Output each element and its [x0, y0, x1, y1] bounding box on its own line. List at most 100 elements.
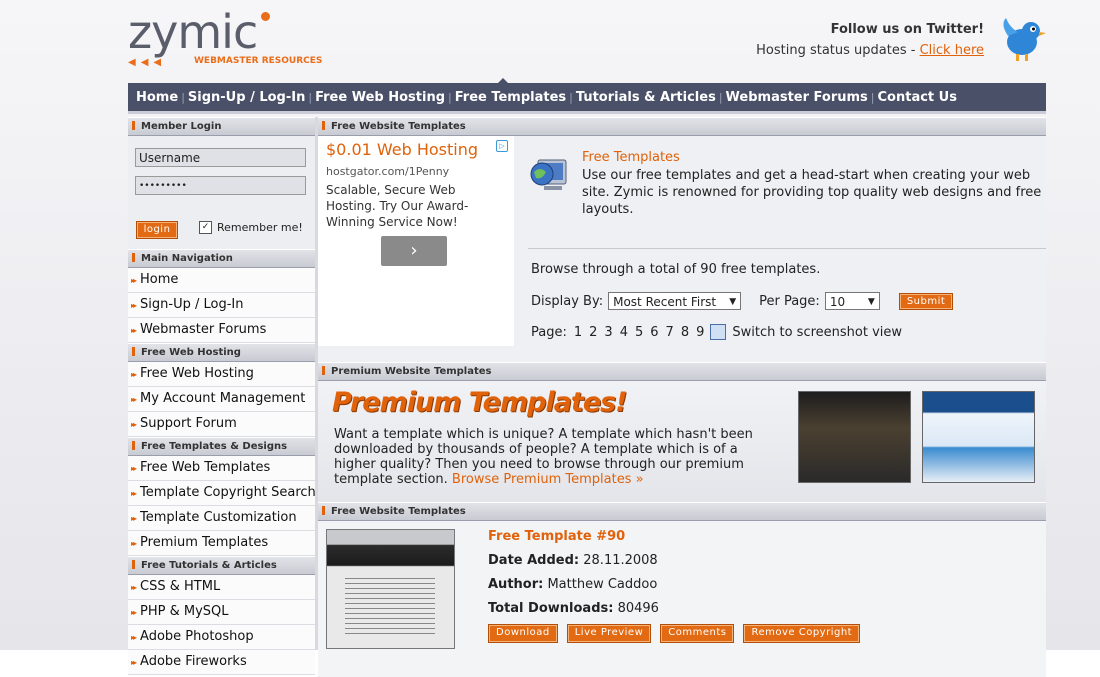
- bullet-icon: ▸▸: [131, 420, 137, 429]
- live-preview-button[interactable]: Live Preview: [566, 624, 652, 643]
- bullet-icon: ▸▸: [131, 489, 137, 498]
- nav-separator: |: [569, 90, 573, 104]
- chevron-down-icon: ▼: [867, 297, 875, 307]
- page-link-5[interactable]: 5: [635, 325, 643, 340]
- nav-contact-us[interactable]: Contact Us: [878, 90, 957, 105]
- ad-box[interactable]: $0.01 Web Hosting ▷ hostgator.com/1Penny…: [318, 136, 514, 346]
- page-link-1[interactable]: 1: [574, 325, 582, 340]
- sidebar-item-support[interactable]: ▸▸ Support Forum: [128, 412, 315, 437]
- thumbnail-text-lines: [345, 578, 435, 636]
- nav-separator: |: [448, 90, 452, 104]
- page-link-9[interactable]: 9: [696, 325, 704, 340]
- page-link-8[interactable]: 8: [681, 325, 689, 340]
- nav-free-web-hosting[interactable]: Free Web Hosting: [315, 90, 445, 105]
- free-templates-title: Free Templates & Designs: [128, 437, 315, 456]
- downloads-value: 80496: [617, 601, 659, 616]
- free-templates-heading: Free Templates: [582, 150, 680, 165]
- hosting-menu: ▸▸ Free Web Hosting ▸▸ My Account Manageme…: [128, 362, 315, 437]
- date-added: Date Added: 28.11.2008: [488, 553, 658, 568]
- page-link-7[interactable]: 7: [666, 325, 674, 340]
- nav-tutorials-articles[interactable]: Tutorials & Articles: [576, 90, 716, 105]
- per-page-value: 10: [829, 295, 846, 309]
- switch-view-link[interactable]: Switch to screenshot view: [732, 325, 902, 340]
- sidebar-item-label: Webmaster Forums: [140, 322, 267, 337]
- free-tutorials-title: Free Tutorials & Articles: [128, 556, 315, 575]
- login-button[interactable]: login: [136, 221, 178, 239]
- page-link-4[interactable]: 4: [620, 325, 628, 340]
- sidebar: Member Login Username ••••••••• login ✓ …: [128, 117, 316, 675]
- page-link-2[interactable]: 2: [589, 325, 597, 340]
- sidebar-item-account[interactable]: ▸▸ My Account Management: [128, 387, 315, 412]
- remove-copyright-button[interactable]: Remove Copyright: [743, 624, 861, 643]
- remember-label: Remember me!: [217, 221, 303, 234]
- comments-button[interactable]: Comments: [660, 624, 735, 643]
- template-thumbnail[interactable]: [326, 529, 455, 649]
- nav-separator: |: [308, 90, 313, 104]
- sidebar-item-photoshop[interactable]: ▸▸ Adobe Photoshop: [128, 625, 315, 650]
- globe-computer-icon: [530, 159, 567, 190]
- hosting-status-text: Hosting status updates -: [756, 43, 920, 58]
- nav-separator: |: [870, 90, 875, 104]
- login-box: Username ••••••••• login ✓ Remember me!: [128, 136, 315, 249]
- zymic-logo[interactable]: zymic ◀◀◀ WEBMASTER RESOURCES: [128, 4, 322, 70]
- username-field[interactable]: Username: [135, 148, 306, 167]
- bullet-icon: ▸▸: [131, 326, 137, 335]
- logo-word: zymic: [128, 5, 258, 59]
- password-field[interactable]: •••••••••: [135, 176, 306, 195]
- bullet-icon: ▸▸: [131, 301, 137, 310]
- display-by-select[interactable]: Most Recent First ▼: [608, 292, 742, 310]
- chevron-down-icon: ▼: [729, 297, 737, 307]
- sidebar-item-forums[interactable]: ▸▸ Webmaster Forums: [128, 318, 315, 343]
- remember-me[interactable]: ✓ Remember me!: [199, 221, 303, 234]
- author: Author: Matthew Caddoo: [488, 577, 657, 592]
- sidebar-item-label: Support Forum: [140, 416, 237, 431]
- premium-template-thumbnail[interactable]: [922, 391, 1035, 483]
- ad-url[interactable]: hostgator.com/1Penny: [326, 165, 449, 178]
- sidebar-item-label: Template Customization: [140, 510, 297, 525]
- sidebar-item-signup[interactable]: ▸▸ Sign-Up / Log-In: [128, 293, 315, 318]
- tutorials-menu: ▸▸ CSS & HTML ▸▸ PHP & MySQL ▸▸ Adobe Photo…: [128, 575, 315, 675]
- nav-home[interactable]: Home: [136, 90, 178, 105]
- template-title[interactable]: Free Template #90: [488, 529, 625, 544]
- sidebar-item-css-html[interactable]: ▸▸ CSS & HTML: [128, 575, 315, 600]
- sidebar-item-php-mysql[interactable]: ▸▸ PHP & MySQL: [128, 600, 315, 625]
- nav-free-templates[interactable]: Free Templates: [455, 90, 566, 105]
- sidebar-item-free-hosting[interactable]: ▸▸ Free Web Hosting: [128, 362, 315, 387]
- sidebar-item-home[interactable]: ▸▸ Home: [128, 268, 315, 293]
- premium-template-thumbnail[interactable]: [798, 391, 911, 483]
- sidebar-item-label: Free Web Templates: [140, 460, 271, 475]
- browse-premium-link[interactable]: Browse Premium Templates »: [452, 472, 644, 487]
- ad-headline[interactable]: $0.01 Web Hosting: [326, 140, 478, 159]
- bullet-icon: ▸▸: [131, 370, 137, 379]
- bullet-icon: ▸▸: [131, 514, 137, 523]
- ad-go-button[interactable]: ›: [381, 236, 447, 266]
- sidebar-item-free-templates[interactable]: ▸▸ Free Web Templates: [128, 456, 315, 481]
- click-here-link[interactable]: Click here: [920, 43, 984, 58]
- twitter-bird-icon[interactable]: [998, 14, 1046, 64]
- logo-tagline: WEBMASTER RESOURCES: [194, 56, 323, 66]
- free-templates-section: $0.01 Web Hosting ▷ hostgator.com/1Penny…: [318, 136, 1046, 362]
- download-button[interactable]: Download: [488, 624, 558, 643]
- nav-signup-login[interactable]: Sign-Up / Log-In: [188, 90, 305, 105]
- author-label: Author:: [488, 577, 544, 592]
- page-link-3[interactable]: 3: [604, 325, 612, 340]
- sidebar-item-customization[interactable]: ▸▸ Template Customization: [128, 506, 315, 531]
- free-website-templates-title: Free Website Templates: [318, 117, 1046, 136]
- remember-checkbox[interactable]: ✓: [199, 221, 212, 234]
- sidebar-item-label: Adobe Photoshop: [140, 629, 254, 644]
- sidebar-item-fireworks[interactable]: ▸▸ Adobe Fireworks: [128, 650, 315, 675]
- free-templates-description: Use our free templates and get a head-st…: [582, 168, 1042, 217]
- adchoices-icon[interactable]: ▷: [496, 140, 508, 152]
- free-web-hosting-title: Free Web Hosting: [128, 343, 315, 362]
- sidebar-item-copyright-search[interactable]: ▸▸ Template Copyright Search: [128, 481, 316, 506]
- sidebar-item-premium[interactable]: ▸▸ Premium Templates: [128, 531, 315, 556]
- per-page-select[interactable]: 10 ▼: [824, 292, 880, 310]
- logo-arrows: ◀◀◀: [128, 57, 167, 68]
- downloads: Total Downloads: 80496: [488, 601, 659, 616]
- sidebar-item-label: Free Web Hosting: [140, 366, 254, 381]
- nav-webmaster-forums[interactable]: Webmaster Forums: [726, 90, 868, 105]
- submit-button[interactable]: Submit: [898, 292, 954, 310]
- page-link-6[interactable]: 6: [650, 325, 658, 340]
- date-label: Date Added:: [488, 553, 580, 568]
- screenshot-view-icon[interactable]: [710, 324, 727, 340]
